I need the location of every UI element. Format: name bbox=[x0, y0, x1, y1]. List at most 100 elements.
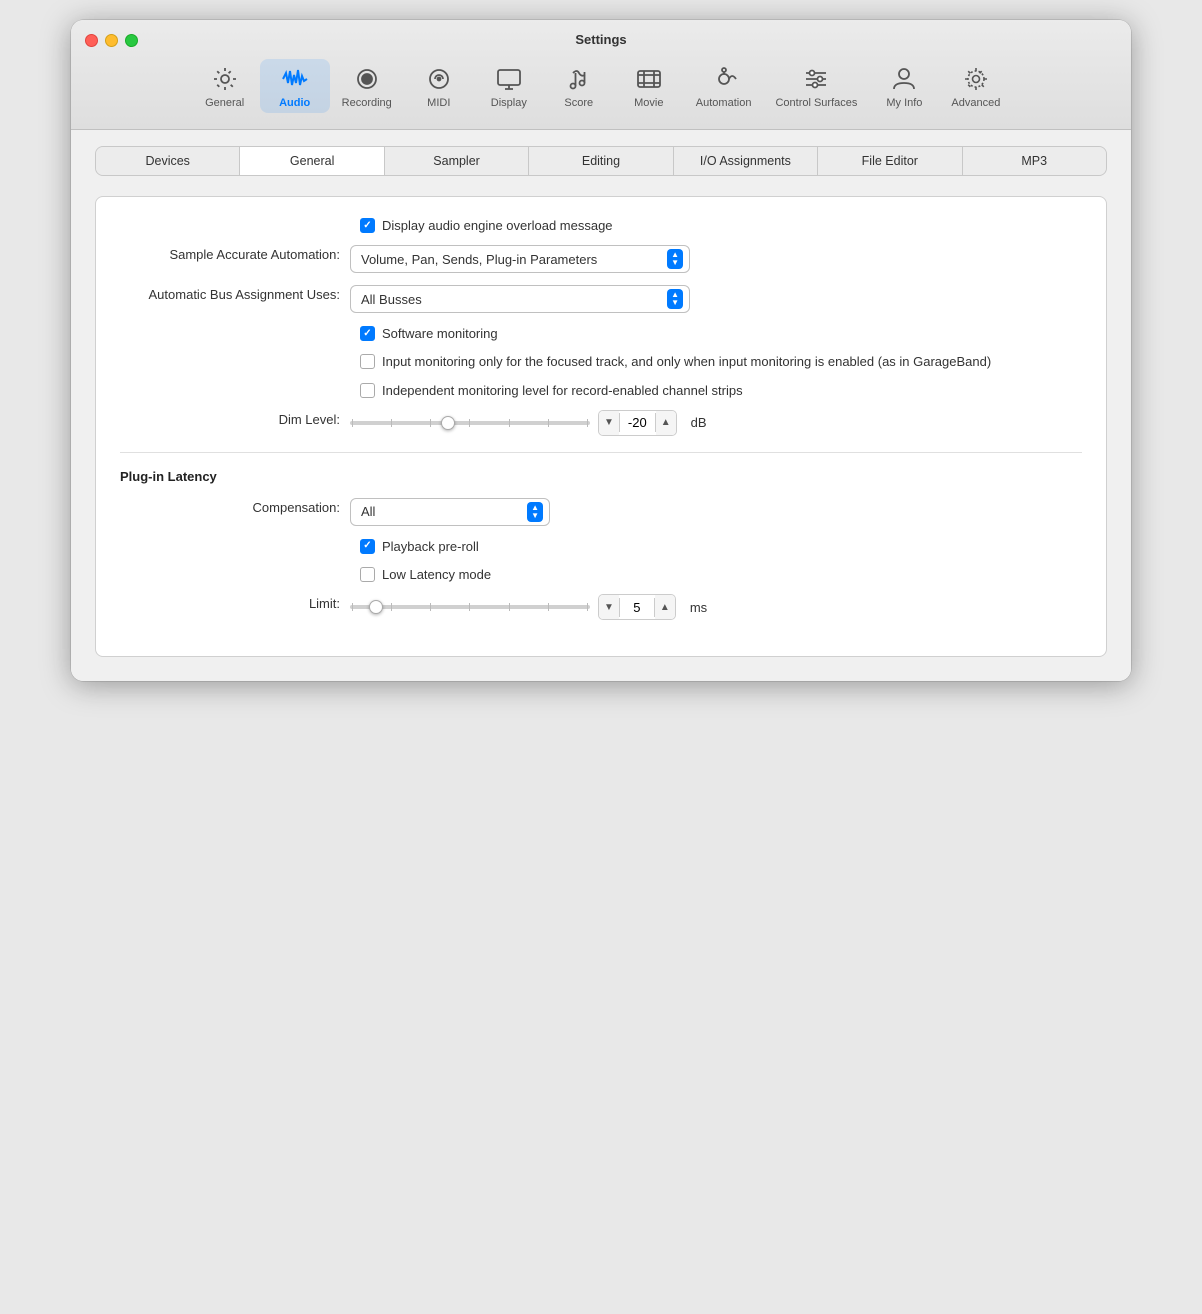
sample-accurate-value: Volume, Pan, Sends, Plug-in Parameters bbox=[361, 252, 597, 267]
close-button[interactable] bbox=[85, 34, 98, 47]
input-monitoring-checkbox[interactable] bbox=[360, 354, 375, 369]
software-monitoring-checkbox[interactable] bbox=[360, 326, 375, 341]
gear-icon bbox=[209, 63, 241, 95]
automation-icon bbox=[708, 63, 740, 95]
toolbar-item-score[interactable]: Score bbox=[544, 59, 614, 113]
toolbar-item-midi[interactable]: MIDI bbox=[404, 59, 474, 113]
playback-preroll-label: Playback pre-roll bbox=[382, 538, 479, 556]
sliders-icon bbox=[800, 63, 832, 95]
compensation-label: Compensation: bbox=[120, 498, 350, 515]
slider-tick bbox=[352, 603, 353, 611]
toolbar-label-audio: Audio bbox=[279, 97, 310, 109]
tab-general[interactable]: General bbox=[240, 147, 384, 175]
arrow-down-icon: ▼ bbox=[671, 259, 679, 267]
midi-icon bbox=[423, 63, 455, 95]
software-monitoring-row: Software monitoring bbox=[120, 325, 1082, 343]
sample-accurate-arrows[interactable]: ▲ ▼ bbox=[667, 249, 683, 269]
input-monitoring-wrapper: Input monitoring only for the focused tr… bbox=[360, 353, 991, 371]
toolbar-item-audio[interactable]: Audio bbox=[260, 59, 330, 113]
sample-accurate-select[interactable]: Volume, Pan, Sends, Plug-in Parameters ▲… bbox=[350, 245, 690, 273]
stepper-down-button[interactable]: ▼ bbox=[599, 411, 619, 435]
limit-stepper-down-button[interactable]: ▼ bbox=[599, 595, 619, 619]
limit-slider-track[interactable] bbox=[350, 605, 590, 609]
settings-window: Settings General Aud bbox=[71, 20, 1131, 681]
tab-editing[interactable]: Editing bbox=[529, 147, 673, 175]
plugin-latency-title: Plug-in Latency bbox=[120, 469, 1082, 484]
overload-message-checkbox[interactable] bbox=[360, 218, 375, 233]
bus-assignment-arrows[interactable]: ▲ ▼ bbox=[667, 289, 683, 309]
slider-tick bbox=[509, 419, 510, 427]
limit-slider-ticks bbox=[350, 603, 590, 611]
section-divider bbox=[120, 452, 1082, 453]
toolbar-item-automation[interactable]: Automation bbox=[684, 59, 764, 113]
arrow-down-icon: ▼ bbox=[671, 299, 679, 307]
display-icon bbox=[493, 63, 525, 95]
dim-level-slider-container: ▼ -20 ▲ dB bbox=[350, 410, 707, 436]
tab-mp3[interactable]: MP3 bbox=[963, 147, 1106, 175]
software-monitoring-label: Software monitoring bbox=[382, 325, 498, 343]
toolbar-item-control-surfaces[interactable]: Control Surfaces bbox=[763, 59, 869, 113]
bus-assignment-label: Automatic Bus Assignment Uses: bbox=[120, 285, 350, 302]
overload-message-wrapper: Display audio engine overload message bbox=[360, 217, 613, 235]
toolbar-label-control-surfaces: Control Surfaces bbox=[775, 97, 857, 109]
dim-level-slider-track[interactable] bbox=[350, 421, 590, 425]
bus-assignment-control: All Busses ▲ ▼ bbox=[350, 285, 1082, 313]
slider-tick bbox=[469, 603, 470, 611]
toolbar-label-recording: Recording bbox=[342, 97, 392, 109]
advanced-gear-icon bbox=[960, 63, 992, 95]
independent-monitoring-row: Independent monitoring level for record-… bbox=[120, 382, 1082, 400]
toolbar-item-my-info[interactable]: My Info bbox=[869, 59, 939, 113]
toolbar-item-recording[interactable]: Recording bbox=[330, 59, 404, 113]
low-latency-label: Low Latency mode bbox=[382, 566, 491, 584]
playback-preroll-wrapper: Playback pre-roll bbox=[360, 538, 479, 556]
tab-file-editor[interactable]: File Editor bbox=[818, 147, 962, 175]
overload-message-label: Display audio engine overload message bbox=[382, 217, 613, 235]
limit-stepper-up-button[interactable]: ▲ bbox=[655, 595, 675, 619]
playback-preroll-checkbox[interactable] bbox=[360, 539, 375, 554]
dim-level-row: Dim Level: bbox=[120, 410, 1082, 436]
bus-assignment-select[interactable]: All Busses ▲ ▼ bbox=[350, 285, 690, 313]
compensation-value: All bbox=[361, 504, 375, 519]
slider-tick bbox=[509, 603, 510, 611]
title-bar: Settings General Aud bbox=[71, 20, 1131, 130]
playback-preroll-row: Playback pre-roll bbox=[120, 538, 1082, 556]
movie-icon bbox=[633, 63, 665, 95]
maximize-button[interactable] bbox=[125, 34, 138, 47]
dim-level-label: Dim Level: bbox=[120, 410, 350, 427]
limit-control: ▼ 5 ▲ ms bbox=[350, 594, 1082, 620]
toolbar-item-advanced[interactable]: Advanced bbox=[939, 59, 1012, 113]
dim-level-unit: dB bbox=[691, 415, 707, 430]
bus-assignment-row: Automatic Bus Assignment Uses: All Busse… bbox=[120, 285, 1082, 313]
compensation-row: Compensation: All ▲ ▼ bbox=[120, 498, 1082, 526]
toolbar-item-movie[interactable]: Movie bbox=[614, 59, 684, 113]
limit-slider-thumb[interactable] bbox=[369, 600, 383, 614]
tab-io-assignments[interactable]: I/O Assignments bbox=[674, 147, 818, 175]
dim-level-slider-thumb[interactable] bbox=[441, 416, 455, 430]
compensation-select[interactable]: All ▲ ▼ bbox=[350, 498, 550, 526]
stepper-up-button[interactable]: ▲ bbox=[656, 411, 676, 435]
limit-value: 5 bbox=[619, 598, 655, 617]
slider-tick bbox=[548, 603, 549, 611]
arrow-down-icon: ▼ bbox=[531, 512, 539, 520]
software-monitoring-wrapper: Software monitoring bbox=[360, 325, 498, 343]
slider-tick bbox=[391, 603, 392, 611]
minimize-button[interactable] bbox=[105, 34, 118, 47]
toolbar-label-automation: Automation bbox=[696, 97, 752, 109]
toolbar-item-general[interactable]: General bbox=[190, 59, 260, 113]
independent-monitoring-checkbox[interactable] bbox=[360, 383, 375, 398]
tab-sampler[interactable]: Sampler bbox=[385, 147, 529, 175]
low-latency-row: Low Latency mode bbox=[120, 566, 1082, 584]
settings-panel: Display audio engine overload message Sa… bbox=[95, 196, 1107, 657]
toolbar-item-display[interactable]: Display bbox=[474, 59, 544, 113]
slider-tick bbox=[548, 419, 549, 427]
slider-tick bbox=[430, 603, 431, 611]
toolbar-label-score: Score bbox=[564, 97, 593, 109]
low-latency-checkbox[interactable] bbox=[360, 567, 375, 582]
compensation-control: All ▲ ▼ bbox=[350, 498, 1082, 526]
sample-accurate-control: Volume, Pan, Sends, Plug-in Parameters ▲… bbox=[350, 245, 1082, 273]
input-monitoring-label: Input monitoring only for the focused tr… bbox=[382, 353, 991, 371]
tab-bar: Devices General Sampler Editing I/O Assi… bbox=[95, 146, 1107, 176]
tab-devices[interactable]: Devices bbox=[96, 147, 240, 175]
input-monitoring-row: Input monitoring only for the focused tr… bbox=[120, 353, 1082, 371]
compensation-arrows[interactable]: ▲ ▼ bbox=[527, 502, 543, 522]
